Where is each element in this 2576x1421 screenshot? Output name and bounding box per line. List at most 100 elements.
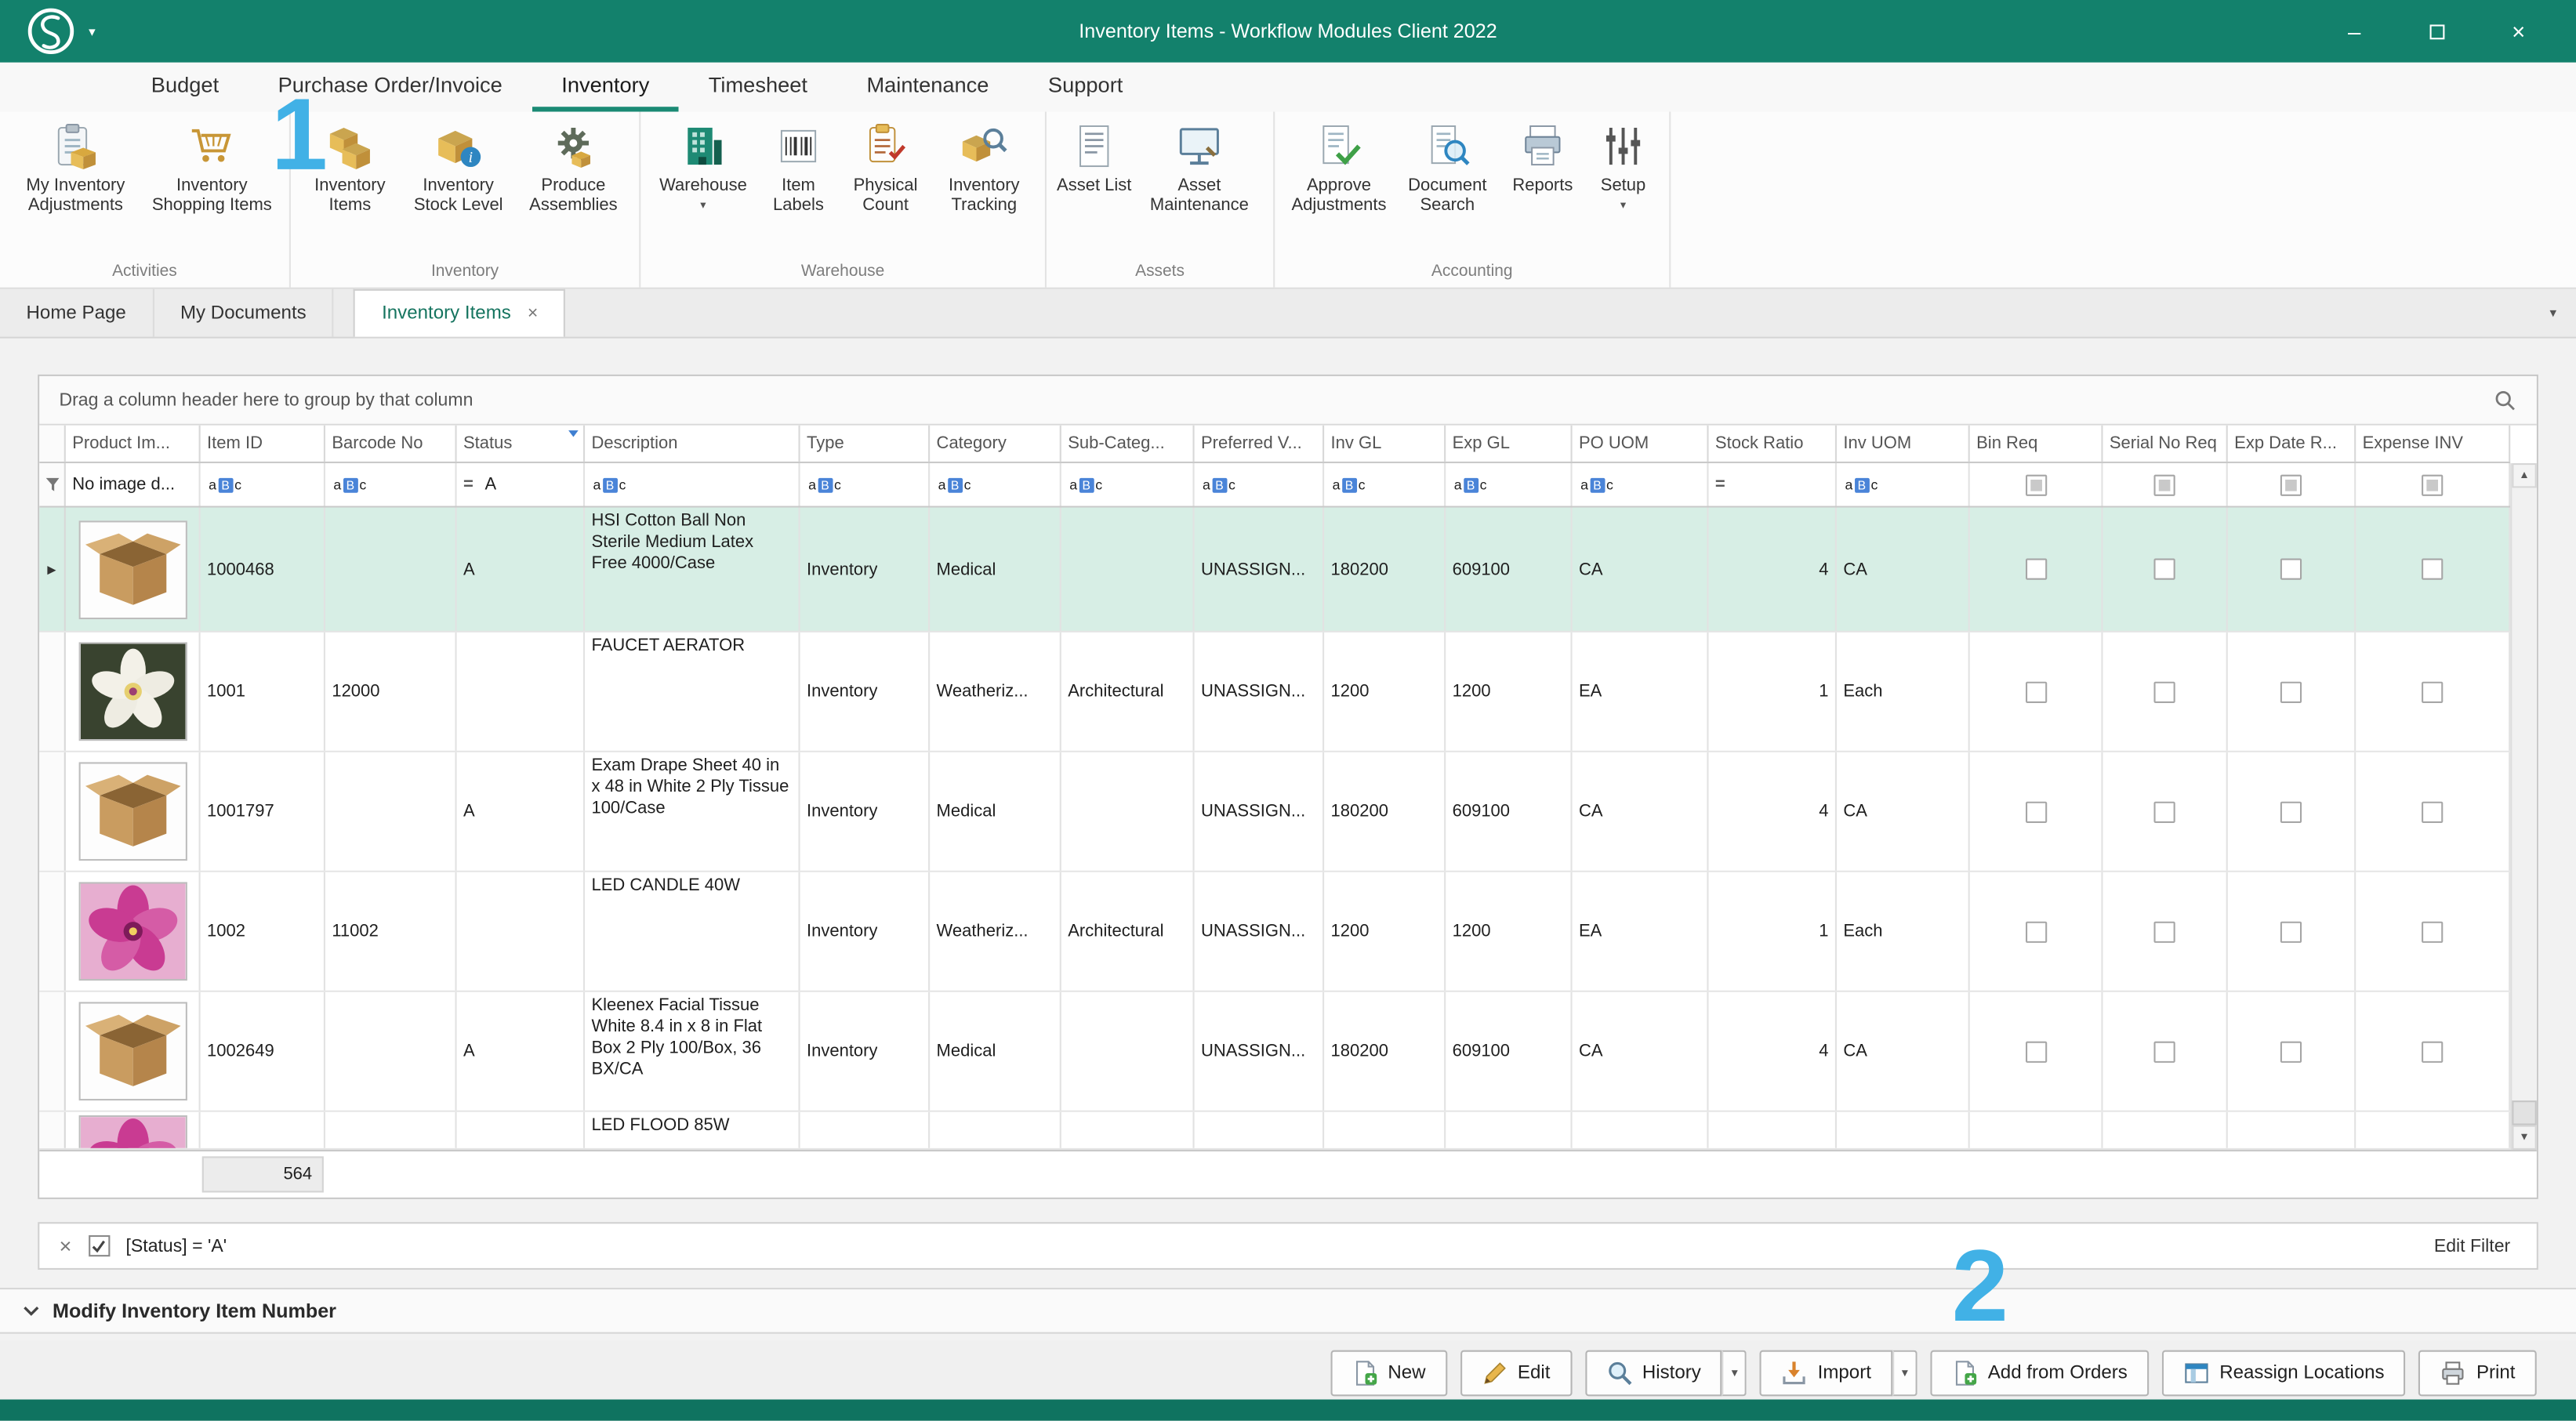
bin_req-checkbox[interactable] xyxy=(2025,1041,2046,1062)
filter-type-icon[interactable]: aBc xyxy=(1069,477,1102,493)
serial_no_req-checkbox[interactable] xyxy=(2153,1041,2175,1062)
scroll-up-icon[interactable]: ▲ xyxy=(2512,463,2536,488)
filter-type-icon[interactable]: aBc xyxy=(593,477,626,493)
filter-checkbox[interactable] xyxy=(2422,474,2443,495)
filter-type-icon[interactable]: aBc xyxy=(1845,477,1878,493)
ribbon-tab-timesheet[interactable]: Timesheet xyxy=(679,72,837,111)
auto-filter-row[interactable]: No image d...aBcaBc=AaBcaBcaBcaBcaBcaBca… xyxy=(39,463,2510,508)
import-dropdown-caret[interactable]: ▼ xyxy=(1892,1350,1917,1397)
tab-home-page[interactable]: Home Page xyxy=(0,289,154,337)
inventory-stock-level-button[interactable]: i Inventory Stock Level xyxy=(401,118,516,219)
column-header-stock_ratio[interactable]: Stock Ratio xyxy=(1709,426,1837,462)
column-header-exp_date_req[interactable]: Exp Date R... xyxy=(2228,426,2356,462)
modify-inventory-item-number-section[interactable]: Modify Inventory Item Number xyxy=(0,1288,2576,1334)
expense_inv-checkbox[interactable] xyxy=(2422,681,2443,702)
column-filter-icon[interactable] xyxy=(568,430,579,437)
column-header-type[interactable]: Type xyxy=(800,426,931,462)
filter-type-icon[interactable]: aBc xyxy=(1580,477,1613,493)
scroll-thumb[interactable] xyxy=(2512,1100,2536,1125)
ribbon-tab-budget[interactable]: Budget xyxy=(122,72,249,111)
exp_date_req-checkbox[interactable] xyxy=(2280,801,2302,822)
serial_no_req-checkbox[interactable] xyxy=(2153,681,2175,702)
exp_date_req-checkbox[interactable] xyxy=(2280,921,2302,942)
reports-button[interactable]: Reports xyxy=(1500,118,1585,199)
edit-button[interactable]: Edit xyxy=(1460,1350,1572,1397)
table-row[interactable]: 1002649AKleenex Facial Tissue White 8.4 … xyxy=(39,992,2510,1112)
table-row-partial[interactable]: LED FLOOD 85W xyxy=(39,1112,2510,1150)
exp_date_req-checkbox[interactable] xyxy=(2280,681,2302,702)
inventory-tracking-button[interactable]: Inventory Tracking xyxy=(931,118,1036,219)
new-button[interactable]: New xyxy=(1330,1350,1447,1397)
filter-enabled-checkbox[interactable] xyxy=(88,1235,109,1256)
column-header-expense_inv[interactable]: Expense INV xyxy=(2356,426,2510,462)
tab-list-caret-icon[interactable]: ▾ xyxy=(2549,306,2576,321)
asset-maintenance-button[interactable]: Asset Maintenance xyxy=(1134,118,1265,219)
column-header-item_id[interactable]: Item ID xyxy=(201,426,325,462)
tab-my-documents[interactable]: My Documents xyxy=(154,289,334,337)
filter-type-icon[interactable]: aBc xyxy=(1454,477,1487,493)
filter-type-icon[interactable]: aBc xyxy=(209,477,241,493)
column-header-inv_uom[interactable]: Inv UOM xyxy=(1837,426,1970,462)
filter-expression[interactable]: [Status] = 'A' xyxy=(126,1236,227,1256)
inventory-shopping-items-button[interactable]: Inventory Shopping Items xyxy=(143,118,281,219)
filter-type-icon[interactable]: aBc xyxy=(938,477,971,493)
column-header-preferred[interactable]: Preferred V... xyxy=(1195,426,1325,462)
column-header-exp_gl[interactable]: Exp GL xyxy=(1446,426,1572,462)
expense_inv-checkbox[interactable] xyxy=(2422,801,2443,822)
print-button[interactable]: Print xyxy=(2419,1350,2537,1397)
group-by-panel[interactable]: Drag a column header here to group by th… xyxy=(39,376,2536,426)
column-header-status[interactable]: Status xyxy=(457,426,585,462)
column-header-bin_req[interactable]: Bin Req xyxy=(1970,426,2103,462)
column-header-inv_gl[interactable]: Inv GL xyxy=(1324,426,1446,462)
serial_no_req-checkbox[interactable] xyxy=(2153,559,2175,580)
document-search-button[interactable]: Document Search xyxy=(1395,118,1500,219)
expense_inv-checkbox[interactable] xyxy=(2422,921,2443,942)
column-header-subcategory[interactable]: Sub-Categ... xyxy=(1061,426,1195,462)
filter-type-icon[interactable]: aBc xyxy=(1333,477,1366,493)
table-row[interactable]: 100211002LED CANDLE 40WInventoryWeatheri… xyxy=(39,872,2510,992)
filter-checkbox[interactable] xyxy=(2280,474,2302,495)
ribbon-tab-inventory[interactable]: Inventory xyxy=(532,72,680,111)
filter-type-icon[interactable]: aBc xyxy=(1203,477,1235,493)
item-labels-button[interactable]: Item Labels xyxy=(757,118,840,219)
produce-assemblies-button[interactable]: Produce Assemblies xyxy=(516,118,631,219)
serial_no_req-checkbox[interactable] xyxy=(2153,801,2175,822)
tab-inventory-items[interactable]: Inventory Items × xyxy=(354,289,565,337)
setup-button[interactable]: Setup ▾ xyxy=(1585,118,1660,216)
history-dropdown-caret[interactable]: ▼ xyxy=(1722,1350,1747,1397)
scroll-down-icon[interactable]: ▼ xyxy=(2512,1126,2536,1150)
filter-equals-icon[interactable]: = xyxy=(1715,475,1725,495)
expense_inv-checkbox[interactable] xyxy=(2422,559,2443,580)
close-tab-icon[interactable]: × xyxy=(528,304,538,324)
filter-checkbox[interactable] xyxy=(2153,474,2175,495)
exp_date_req-checkbox[interactable] xyxy=(2280,1041,2302,1062)
expense_inv-checkbox[interactable] xyxy=(2422,1041,2443,1062)
minimize-button[interactable]: – xyxy=(2313,18,2396,45)
import-button[interactable]: Import xyxy=(1760,1350,1892,1397)
exp_date_req-checkbox[interactable] xyxy=(2280,559,2302,580)
column-header-image[interactable]: Product Im... xyxy=(66,426,201,462)
vertical-scrollbar[interactable]: ▲ ▼ xyxy=(2510,463,2537,1150)
filter-checkbox[interactable] xyxy=(2025,474,2046,495)
column-header-po_uom[interactable]: PO UOM xyxy=(1573,426,1709,462)
reassign-locations-button[interactable]: Reassign Locations xyxy=(2162,1350,2406,1397)
filter-type-icon[interactable]: aBc xyxy=(333,477,366,493)
column-header-barcode[interactable]: Barcode No xyxy=(325,426,457,462)
history-button[interactable]: History xyxy=(1584,1350,1722,1397)
physical-count-button[interactable]: Physical Count xyxy=(840,118,931,219)
table-row[interactable]: ▶1000468AHSI Cotton Ball Non Sterile Med… xyxy=(39,508,2510,633)
search-icon[interactable] xyxy=(2494,389,2516,411)
ribbon-tab-support[interactable]: Support xyxy=(1018,72,1152,111)
column-header-serial_no_req[interactable]: Serial No Req xyxy=(2103,426,2227,462)
maximize-button[interactable] xyxy=(2396,18,2478,45)
asset-list-button[interactable]: Asset List xyxy=(1054,118,1134,199)
add-from-orders-button[interactable]: Add from Orders xyxy=(1930,1350,2149,1397)
column-header-category[interactable]: Category xyxy=(930,426,1061,462)
warehouse-button[interactable]: Warehouse ▾ xyxy=(649,118,757,216)
close-button[interactable]: × xyxy=(2477,18,2560,45)
bin_req-checkbox[interactable] xyxy=(2025,921,2046,942)
ribbon-tab-maintenance[interactable]: Maintenance xyxy=(837,72,1018,111)
my-inventory-adjustments-button[interactable]: My Inventory Adjustments xyxy=(8,118,143,219)
filter-equals-icon[interactable]: = xyxy=(463,475,473,495)
bin_req-checkbox[interactable] xyxy=(2025,559,2046,580)
